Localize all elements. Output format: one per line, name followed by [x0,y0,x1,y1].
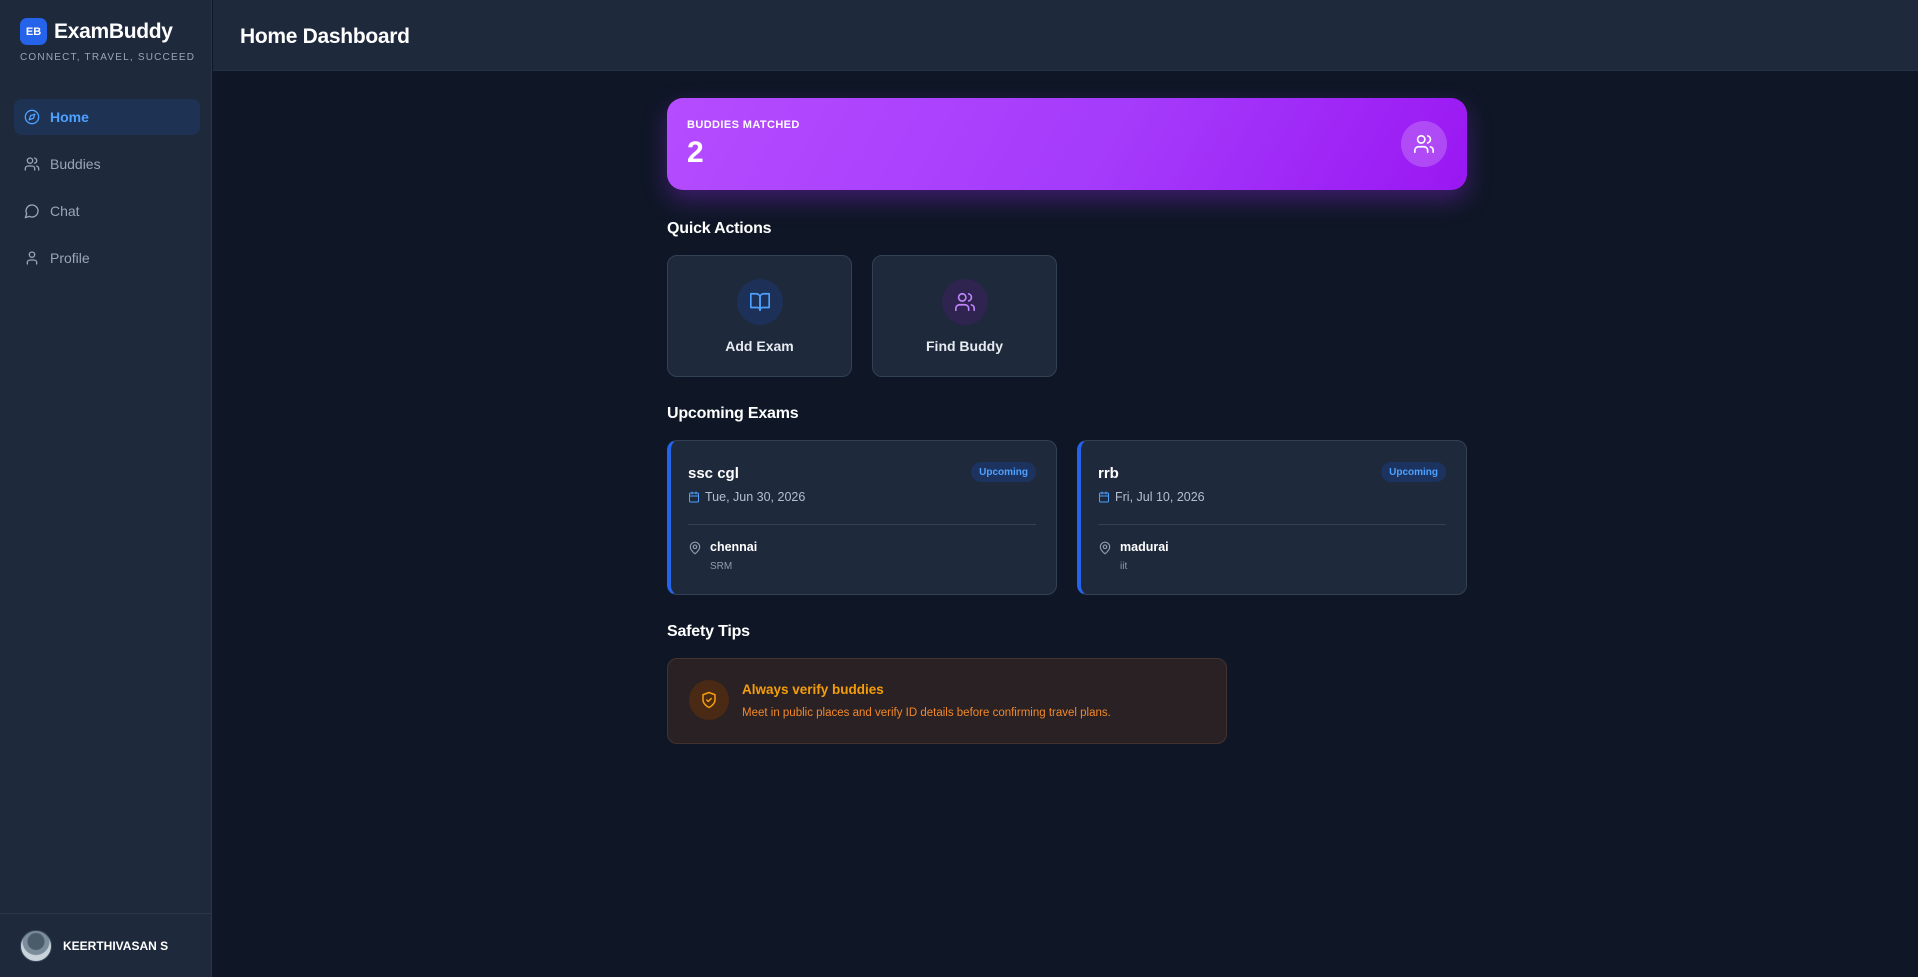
exam-city: madurai [1120,540,1169,554]
sidebar-nav: Home Buddies Chat Profile [14,99,200,287]
exam-name: rrb [1098,465,1119,482]
safety-tip-title: Always verify buddies [742,682,884,697]
upcoming-exams-title: Upcoming Exams [667,405,799,422]
users-icon [24,157,40,171]
exam-location: madurai [1098,540,1169,555]
exam-date-text: Tue, Jun 30, 2026 [705,490,806,504]
brand-logo: EB [20,18,47,45]
stat-value: 2 [687,136,704,169]
user-icon [26,251,38,265]
find-buddy-label: Find Buddy [926,338,1003,354]
divider [688,524,1036,525]
exam-city: chennai [710,540,758,554]
page-title: Home Dashboard [240,25,410,48]
sidebar-item-label: Chat [50,203,80,219]
sidebar-item-chat[interactable]: Chat [14,193,200,229]
sidebar-item-label: Buddies [50,156,101,172]
compass-icon [24,109,40,125]
sidebar-item-buddies[interactable]: Buddies [14,146,200,182]
sidebar-item-label: Home [50,109,89,125]
exam-date: Fri, Jul 10, 2026 [1098,490,1205,504]
status-badge: Upcoming [971,462,1036,482]
quick-actions-title: Quick Actions [667,220,772,237]
book-open-icon [737,279,783,325]
find-buddy-button[interactable]: Find Buddy [872,255,1057,377]
user-profile-footer[interactable]: KEERTHIVASAN S [0,913,212,977]
avatar [20,929,52,962]
exam-venue: iit [1120,561,1128,572]
add-exam-label: Add Exam [725,338,794,354]
divider [1098,524,1446,525]
stat-label: BUDDIES MATCHED [687,119,800,131]
exam-date: Tue, Jun 30, 2026 [688,490,805,504]
sidebar-item-label: Profile [50,250,90,266]
calendar-icon [1099,491,1109,503]
add-exam-button[interactable]: Add Exam [667,255,852,377]
users-icon [942,279,988,325]
exam-name: ssc cgl [688,465,739,482]
map-pin-icon [1099,541,1111,555]
safety-tip-text: Meet in public places and verify ID deta… [742,707,1111,719]
status-badge: Upcoming [1381,462,1446,482]
exam-date-text: Fri, Jul 10, 2026 [1115,490,1205,504]
brand-name: ExamBuddy [54,19,173,43]
user-name: KEERTHIVASAN S [63,938,169,953]
sidebar: EB ExamBuddy CONNECT, TRAVEL, SUCCEED Ho… [0,0,212,977]
users-icon [1401,121,1447,167]
exam-venue: SRM [710,561,733,572]
buddies-matched-card: BUDDIES MATCHED 2 [667,98,1467,190]
safety-tip-card: Always verify buddies Meet in public pla… [667,658,1227,744]
brand[interactable]: EB ExamBuddy [20,18,173,45]
top-header: Home Dashboard [213,0,1918,71]
safety-tips-title: Safety Tips [667,623,750,640]
sidebar-item-profile[interactable]: Profile [14,240,200,276]
chat-bubble-icon [24,204,39,219]
brand-tagline: CONNECT, TRAVEL, SUCCEED [20,52,196,63]
map-pin-icon [689,541,701,555]
exam-location: chennai [688,540,757,555]
sidebar-item-home[interactable]: Home [14,99,200,135]
shield-check-icon [689,680,729,720]
calendar-icon [689,491,699,503]
exam-card[interactable]: ssc cgl Upcoming Tue, Jun 30, 2026 chenn… [667,440,1057,595]
exam-card[interactable]: rrb Upcoming Fri, Jul 10, 2026 madurai i… [1077,440,1467,595]
